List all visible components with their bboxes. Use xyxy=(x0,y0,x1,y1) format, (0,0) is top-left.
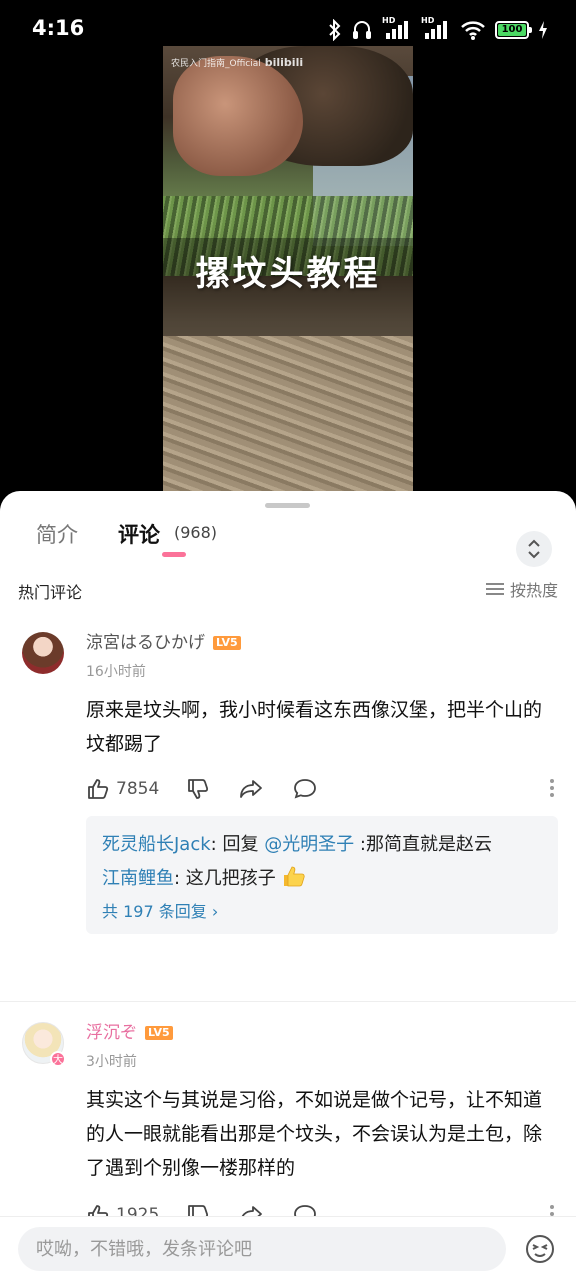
wifi-icon xyxy=(461,21,485,40)
headphones-icon xyxy=(353,21,371,39)
level-badge: LV5 xyxy=(145,1026,173,1040)
tab-intro[interactable]: 简介 xyxy=(36,519,78,549)
tab-bar: 简介 评论 (968) xyxy=(0,509,576,567)
bilibili-logo: bilibili xyxy=(264,56,304,69)
comments-count: (968) xyxy=(174,523,218,542)
comment-input-box[interactable] xyxy=(18,1227,506,1271)
comment-input[interactable] xyxy=(18,1227,506,1271)
reply-username[interactable]: 死灵船长Jack xyxy=(102,834,211,855)
tab-comments[interactable]: 评论 xyxy=(118,519,160,549)
emoji-button[interactable] xyxy=(524,1233,556,1265)
like-button[interactable]: 7854 xyxy=(86,777,159,801)
comment-time: 3小时前 xyxy=(86,1054,137,1070)
sort-button[interactable]: 按热度 xyxy=(485,577,558,601)
like-icon xyxy=(88,779,109,799)
level-badge: LV5 xyxy=(213,636,241,650)
reply-username[interactable]: 江南鲤鱼 xyxy=(102,868,174,889)
reply-preview[interactable]: 死灵船长Jack: 回复 @光明圣子 :那简直就是赵云 江南鲤鱼: 这几把孩子 … xyxy=(86,816,558,934)
share-button[interactable] xyxy=(238,777,264,801)
share-icon xyxy=(240,780,262,798)
bluetooth-icon xyxy=(329,19,341,41)
avatar[interactable] xyxy=(22,632,64,674)
status-icons: HD HD 100 xyxy=(328,16,548,42)
sort-label: 按热度 xyxy=(509,581,558,600)
comment-username[interactable]: 涼宮はるひかげ LV5 xyxy=(86,628,241,653)
hot-comments-header: 热门评论 按热度 xyxy=(0,577,576,603)
comment-input-bar xyxy=(0,1216,576,1280)
sort-icon xyxy=(485,583,504,595)
dislike-button[interactable] xyxy=(186,777,210,801)
battery-icon: 100 xyxy=(495,21,532,39)
section-title: 热门评论 xyxy=(18,583,83,602)
signal-icon: HD xyxy=(382,16,412,41)
status-time: 4:16 xyxy=(32,16,85,40)
comment-actions: 7854 xyxy=(86,777,556,803)
reply-item: 死灵船长Jack: 回复 @光明圣子 :那简直就是赵云 xyxy=(102,834,492,855)
chevron-right-icon: › xyxy=(211,902,219,921)
dislike-icon xyxy=(188,779,209,799)
comments-sheet: 简介 评论 (968) 热门评论 按热度 涼宮はるひかげ LV5 16小时前 原来… xyxy=(0,491,576,1280)
like-count: 7854 xyxy=(116,779,160,799)
signal-icon: HD xyxy=(421,16,451,41)
more-replies-link[interactable]: 共 197 条回复 › xyxy=(102,898,542,922)
comment-time: 16小时前 xyxy=(86,664,146,680)
more-icon[interactable] xyxy=(550,779,556,800)
expand-button[interactable] xyxy=(516,531,552,567)
avatar-badge: 大 xyxy=(50,1051,66,1067)
expand-icon xyxy=(528,539,540,559)
emoji-icon xyxy=(526,1235,554,1263)
reply-mention[interactable]: @光明圣子 xyxy=(264,834,354,855)
video-watermark: 农民入门指南_Official bilibili xyxy=(171,56,304,69)
divider xyxy=(0,1001,576,1002)
reply-button[interactable] xyxy=(292,777,318,801)
video-player[interactable]: 农民入门指南_Official bilibili 摞坟头教程 xyxy=(163,46,413,491)
charging-icon xyxy=(539,21,547,39)
drag-handle[interactable] xyxy=(265,503,310,508)
comment-text: 原来是坟头啊，我小时候看这东西像汉堡，把半个山的坟都踢了 xyxy=(86,699,543,755)
tab-indicator xyxy=(162,552,186,557)
thumbs-up-emoji-icon xyxy=(283,866,305,887)
reply-icon xyxy=(294,779,316,799)
comment-username[interactable]: 浮沉ぞ LV5 xyxy=(86,1018,173,1043)
comment-text: 其实这个与其说是习俗，不如说是做个记号，让不知道的人一眼就能看出那是个坟头，不会… xyxy=(86,1089,543,1179)
video-caption: 摞坟头教程 xyxy=(195,254,381,294)
reply-item: 江南鲤鱼: 这几把孩子 xyxy=(102,862,542,896)
